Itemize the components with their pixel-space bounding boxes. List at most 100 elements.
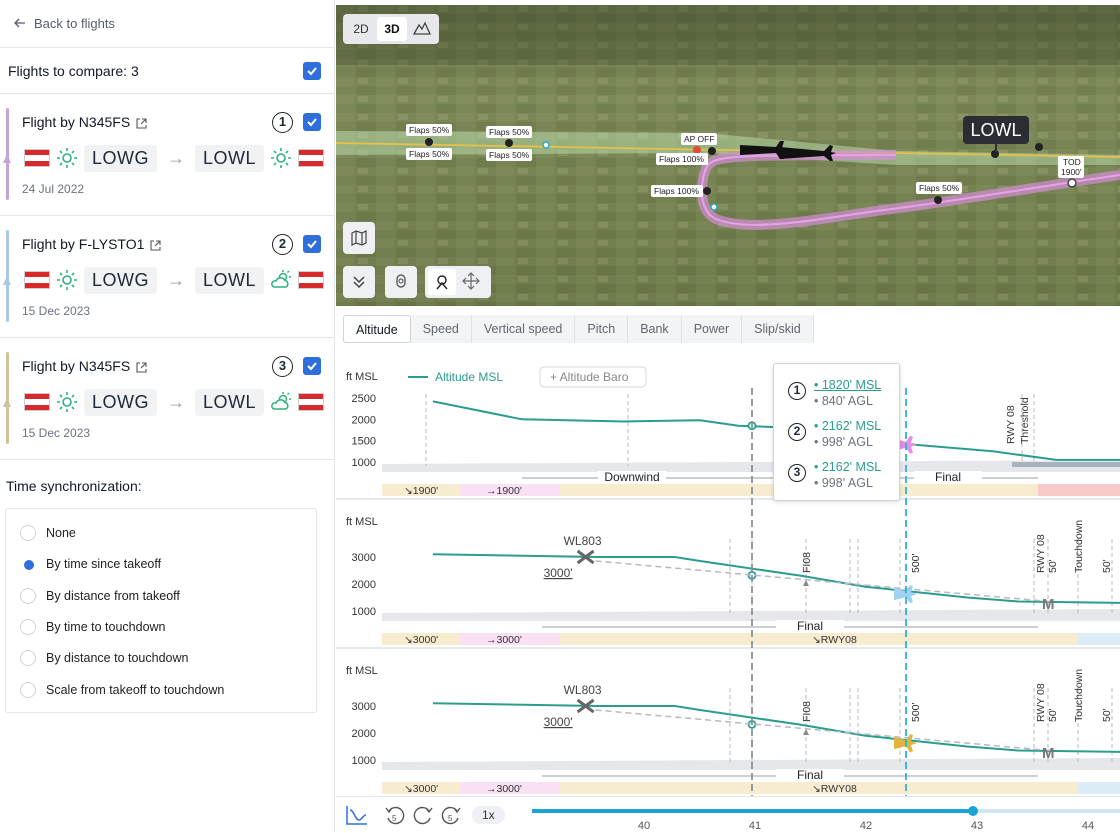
agl-value: 998' AGL <box>821 476 873 490</box>
charts-canvas: ft MSL 1000 1500 2000 2500 ↘1900' →1900' ↘RWY08… <box>336 366 1120 796</box>
radio-label: None <box>46 526 76 540</box>
view-3d-button[interactable]: 3D <box>377 17 407 41</box>
waypoint-label: WL803 <box>564 683 602 697</box>
check-icon <box>307 67 317 76</box>
radio-dot[interactable] <box>20 650 36 667</box>
flaps-label: Flaps 100% <box>659 154 704 164</box>
y-axis-label: ft MSL <box>346 516 378 528</box>
collapse-down-button[interactable] <box>343 266 375 298</box>
map-3d-view[interactable]: Flaps 50% Flaps 50% Flaps 50% Flaps 50% … <box>336 5 1120 306</box>
radio-dot[interactable] <box>20 587 36 604</box>
flight-date: 15 Dec 2023 <box>22 426 91 440</box>
y-tick-label: 1000 <box>352 606 376 618</box>
external-link-icon[interactable] <box>136 362 147 373</box>
segment-label: Final <box>797 619 823 633</box>
camera-button[interactable] <box>385 266 417 298</box>
austria-flag-icon <box>24 271 50 289</box>
legend-altitude-msl[interactable]: Altitude MSL <box>435 370 503 384</box>
austria-flag-icon <box>24 149 50 167</box>
segment-label: Downwind <box>604 470 659 484</box>
sidebar: Back to flights Flights to compare: 3 Fl… <box>0 0 335 832</box>
agl-value: 840' AGL <box>821 394 873 408</box>
view-2d-button[interactable]: 2D <box>347 17 375 41</box>
flight-date: 15 Dec 2023 <box>22 304 91 318</box>
arrival-airport: LOWL <box>195 388 265 416</box>
radio-dot[interactable] <box>20 618 36 635</box>
tab-power[interactable]: Power <box>682 315 743 343</box>
waypoint-label: WL803 <box>564 534 602 548</box>
departure-airport: LOWG <box>84 388 158 416</box>
flaps-label: Flaps 50% <box>409 149 450 159</box>
time-sync-radio[interactable]: By time since takeoff <box>20 556 162 573</box>
move-icon <box>462 272 480 290</box>
radio-dot[interactable] <box>20 525 36 541</box>
altitude-chart-3[interactable]: ft MSL 1000 2000 3000 ↘3000' →3000' ↘RWY08Fina… <box>336 647 1120 795</box>
msl-value: 1820' MSL <box>821 378 882 392</box>
flight-color-bar <box>3 352 11 444</box>
phase-label: ↘RWY08 <box>812 783 857 795</box>
time-sync-radio[interactable]: By time to touchdown <box>20 618 166 635</box>
external-link-icon[interactable] <box>136 118 147 129</box>
marker-m: M <box>1042 745 1055 762</box>
phase-label: ↘RWY08 <box>812 634 857 646</box>
flaps-label: Flaps 50% <box>409 125 450 135</box>
tab-slip-skid[interactable]: Slip/skid <box>742 315 814 343</box>
timeline-handle[interactable] <box>968 806 978 816</box>
flaps-label: Flaps 100% <box>654 186 699 196</box>
vertical-annotation: 500' <box>910 702 922 722</box>
time-sync-radio[interactable]: By distance to touchdown <box>20 650 189 667</box>
flight-color-bar <box>3 108 11 200</box>
phase-label: ↘1900' <box>404 485 438 497</box>
time-sync-radio[interactable]: By distance from takeoff <box>20 587 180 604</box>
vertical-annotation: Threshold <box>1019 397 1031 444</box>
tab-pitch[interactable]: Pitch <box>575 315 629 343</box>
time-sync-title: Time synchronization: <box>6 478 142 494</box>
external-link-icon[interactable] <box>150 240 161 251</box>
radio-dot[interactable] <box>20 556 36 573</box>
y-tick-label: 2000 <box>352 728 376 740</box>
radio-label: By distance to touchdown <box>46 651 189 666</box>
back-label: Back to flights <box>34 16 115 31</box>
tod-label: TOD <box>1063 157 1081 167</box>
flight-card: Flight by N345FS 3 LOWG → LOWL 15 Dec 2023 <box>0 338 335 460</box>
back-to-flights-link[interactable]: Back to flights <box>14 16 115 31</box>
free-camera-button[interactable] <box>462 272 480 295</box>
vertical-annotation: RWY 08 <box>1035 683 1047 722</box>
camera-mode-toggle <box>425 266 491 298</box>
compare-all-checkbox[interactable] <box>303 62 321 80</box>
altitude-chart-1[interactable]: ft MSL1000150020002500↘1900'→1900'↘RWY08… <box>346 366 1120 497</box>
vertical-annotation: 50' <box>1047 559 1059 573</box>
flight-name[interactable]: Flight by F-LYSTO1 <box>22 236 161 252</box>
departure-airport: LOWG <box>84 144 158 172</box>
tab-bank[interactable]: Bank <box>628 315 682 343</box>
flaps-label: Flaps 50% <box>489 127 530 137</box>
y-tick-label: 3000 <box>352 701 376 713</box>
tab-altitude[interactable]: Altitude <box>343 315 411 343</box>
time-sync-radio[interactable]: None <box>20 525 76 541</box>
map-icon <box>351 230 367 246</box>
flight-name[interactable]: Flight by N345FS <box>22 358 147 374</box>
altitude-charts: ft MSL 1000 1500 2000 2500 ↘1900' →1900' ↘RWY08… <box>336 350 1120 796</box>
flight-name[interactable]: Flight by N345FS <box>22 114 147 130</box>
departure-airport: LOWG <box>84 266 158 294</box>
timeline-scrubber[interactable]: 40 41 42 43 44 <box>336 797 1120 833</box>
map-layers-button[interactable] <box>343 222 375 254</box>
terrain-icon[interactable] <box>412 21 432 40</box>
segment-label: Final <box>935 470 961 484</box>
altitude-chart-2[interactable]: ft MSL 1000 2000 3000 ↘3000' →3000' ↘RWY08Fina… <box>336 498 1120 646</box>
flight-checkbox[interactable] <box>303 235 321 253</box>
tab-vertical-speed[interactable]: Vertical speed <box>472 315 576 343</box>
radio-label: By time since takeoff <box>46 557 162 572</box>
arrow-right-icon: → <box>167 269 186 290</box>
vertical-annotation: Touchdown <box>1073 669 1085 722</box>
follow-pilot-button[interactable] <box>428 269 456 295</box>
radio-dot[interactable] <box>20 681 36 698</box>
pilot-icon <box>436 275 448 290</box>
segment-label: Final <box>797 768 823 782</box>
flight-date: 24 Jul 2022 <box>22 182 85 196</box>
tab-speed[interactable]: Speed <box>411 315 472 343</box>
radio-label: By time to touchdown <box>46 619 166 634</box>
flight-checkbox[interactable] <box>303 113 321 131</box>
time-sync-radio[interactable]: Scale from takeoff to touchdown <box>20 681 224 698</box>
flight-checkbox[interactable] <box>303 357 321 375</box>
